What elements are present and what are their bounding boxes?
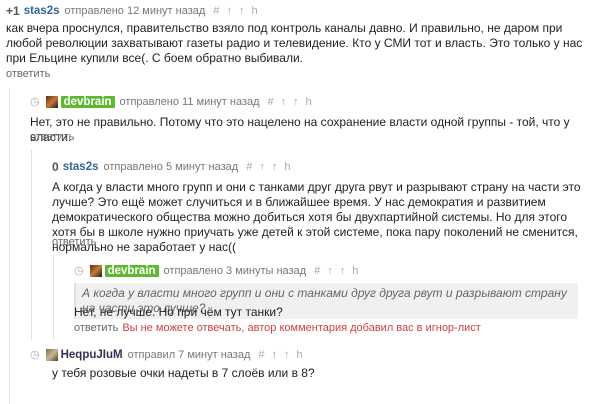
comment-timestamp[interactable]: отправлено 12 минут назад <box>65 5 206 17</box>
comment-author[interactable]: devbrain <box>60 95 115 108</box>
upvote-icon[interactable]: ↑ <box>272 349 278 361</box>
permalink-icon[interactable]: # <box>314 265 320 277</box>
permalink-icon[interactable]: # <box>258 349 264 361</box>
comment-timestamp[interactable]: отправлено 3 минуты назад <box>164 265 307 277</box>
comment-text: Нет, не лучше. Но при чём тут танки? <box>74 305 283 319</box>
thread-line <box>9 88 10 404</box>
parent-icon[interactable]: h <box>306 96 312 108</box>
parent-icon[interactable]: h <box>352 265 358 277</box>
permalink-icon[interactable]: # <box>246 161 252 173</box>
comment-score: 0 <box>52 160 59 174</box>
comment-timestamp[interactable]: отправлено 5 минут назад <box>104 161 239 173</box>
thread-line <box>31 150 32 340</box>
upvote-icon[interactable]: ↑ <box>281 96 287 108</box>
comment-header: ◷ devbrain отправлено 3 минуты назад # ↑… <box>74 264 365 277</box>
parent-icon[interactable]: h <box>284 161 290 173</box>
tree-icon[interactable]: ↑ <box>272 161 278 173</box>
avatar[interactable] <box>45 95 58 108</box>
comment-author[interactable]: devbrain <box>104 264 159 277</box>
permalink-icon[interactable]: # <box>213 5 219 17</box>
parent-icon[interactable]: h <box>251 5 257 17</box>
comment-author[interactable]: HeqpuJIuM <box>61 349 123 361</box>
comment-text: Нет, это не правильно. Потому что это на… <box>30 115 570 144</box>
permalink-icon[interactable]: # <box>268 96 274 108</box>
tree-icon[interactable]: ↑ <box>340 265 346 277</box>
comment-text: А когда у власти много групп и они с тан… <box>52 180 581 254</box>
reply-link[interactable]: ответить <box>6 68 50 80</box>
upvote-icon[interactable]: ↑ <box>226 5 232 17</box>
comment-timestamp[interactable]: отправил 7 минут назад <box>128 349 251 361</box>
comment-timestamp[interactable]: отправлено 11 минут назад <box>120 96 260 108</box>
upvote-icon[interactable]: ↑ <box>327 265 333 277</box>
collapse-icon[interactable]: ◷ <box>30 348 40 361</box>
comment-author[interactable]: stas2s <box>63 161 99 173</box>
comment-author[interactable]: stas2s <box>24 5 60 17</box>
thread-line <box>53 255 54 340</box>
tree-icon[interactable]: ↑ <box>239 5 245 17</box>
comment-header: ◷ devbrain отправлено 11 минут назад # ↑… <box>30 95 319 108</box>
avatar[interactable] <box>89 264 102 277</box>
collapse-icon[interactable]: ◷ <box>74 264 84 277</box>
comment-score: +1 <box>6 4 20 18</box>
comment-header: +1 stas2s отправлено 12 минут назад # ↑ … <box>6 4 265 18</box>
collapse-icon[interactable]: ◷ <box>30 95 40 108</box>
ignore-warning: Вы не можете отвечать, автор комментария… <box>122 322 481 334</box>
tree-icon[interactable]: ↑ <box>293 96 299 108</box>
reply-link[interactable]: ответить <box>30 131 74 143</box>
parent-icon[interactable]: h <box>297 349 303 361</box>
comment-text: у тебя розовые очки надеты в 7 слоёв или… <box>52 366 315 380</box>
reply-row: ответить Вы не можете отвечать, автор ком… <box>74 322 481 334</box>
avatar[interactable] <box>45 348 58 361</box>
reply-link[interactable]: ответить <box>52 236 96 248</box>
tree-icon[interactable]: ↑ <box>284 349 290 361</box>
reply-link[interactable]: ответить <box>74 322 118 334</box>
comment-header: 0 stas2s отправлено 5 минут назад # ↑ ↑ … <box>52 160 297 174</box>
comment-text: как вчера проснулся, правительство взяло… <box>6 21 583 65</box>
comment-header: ◷ HeqpuJIuM отправил 7 минут назад # ↑ ↑… <box>30 348 310 361</box>
upvote-icon[interactable]: ↑ <box>259 161 265 173</box>
